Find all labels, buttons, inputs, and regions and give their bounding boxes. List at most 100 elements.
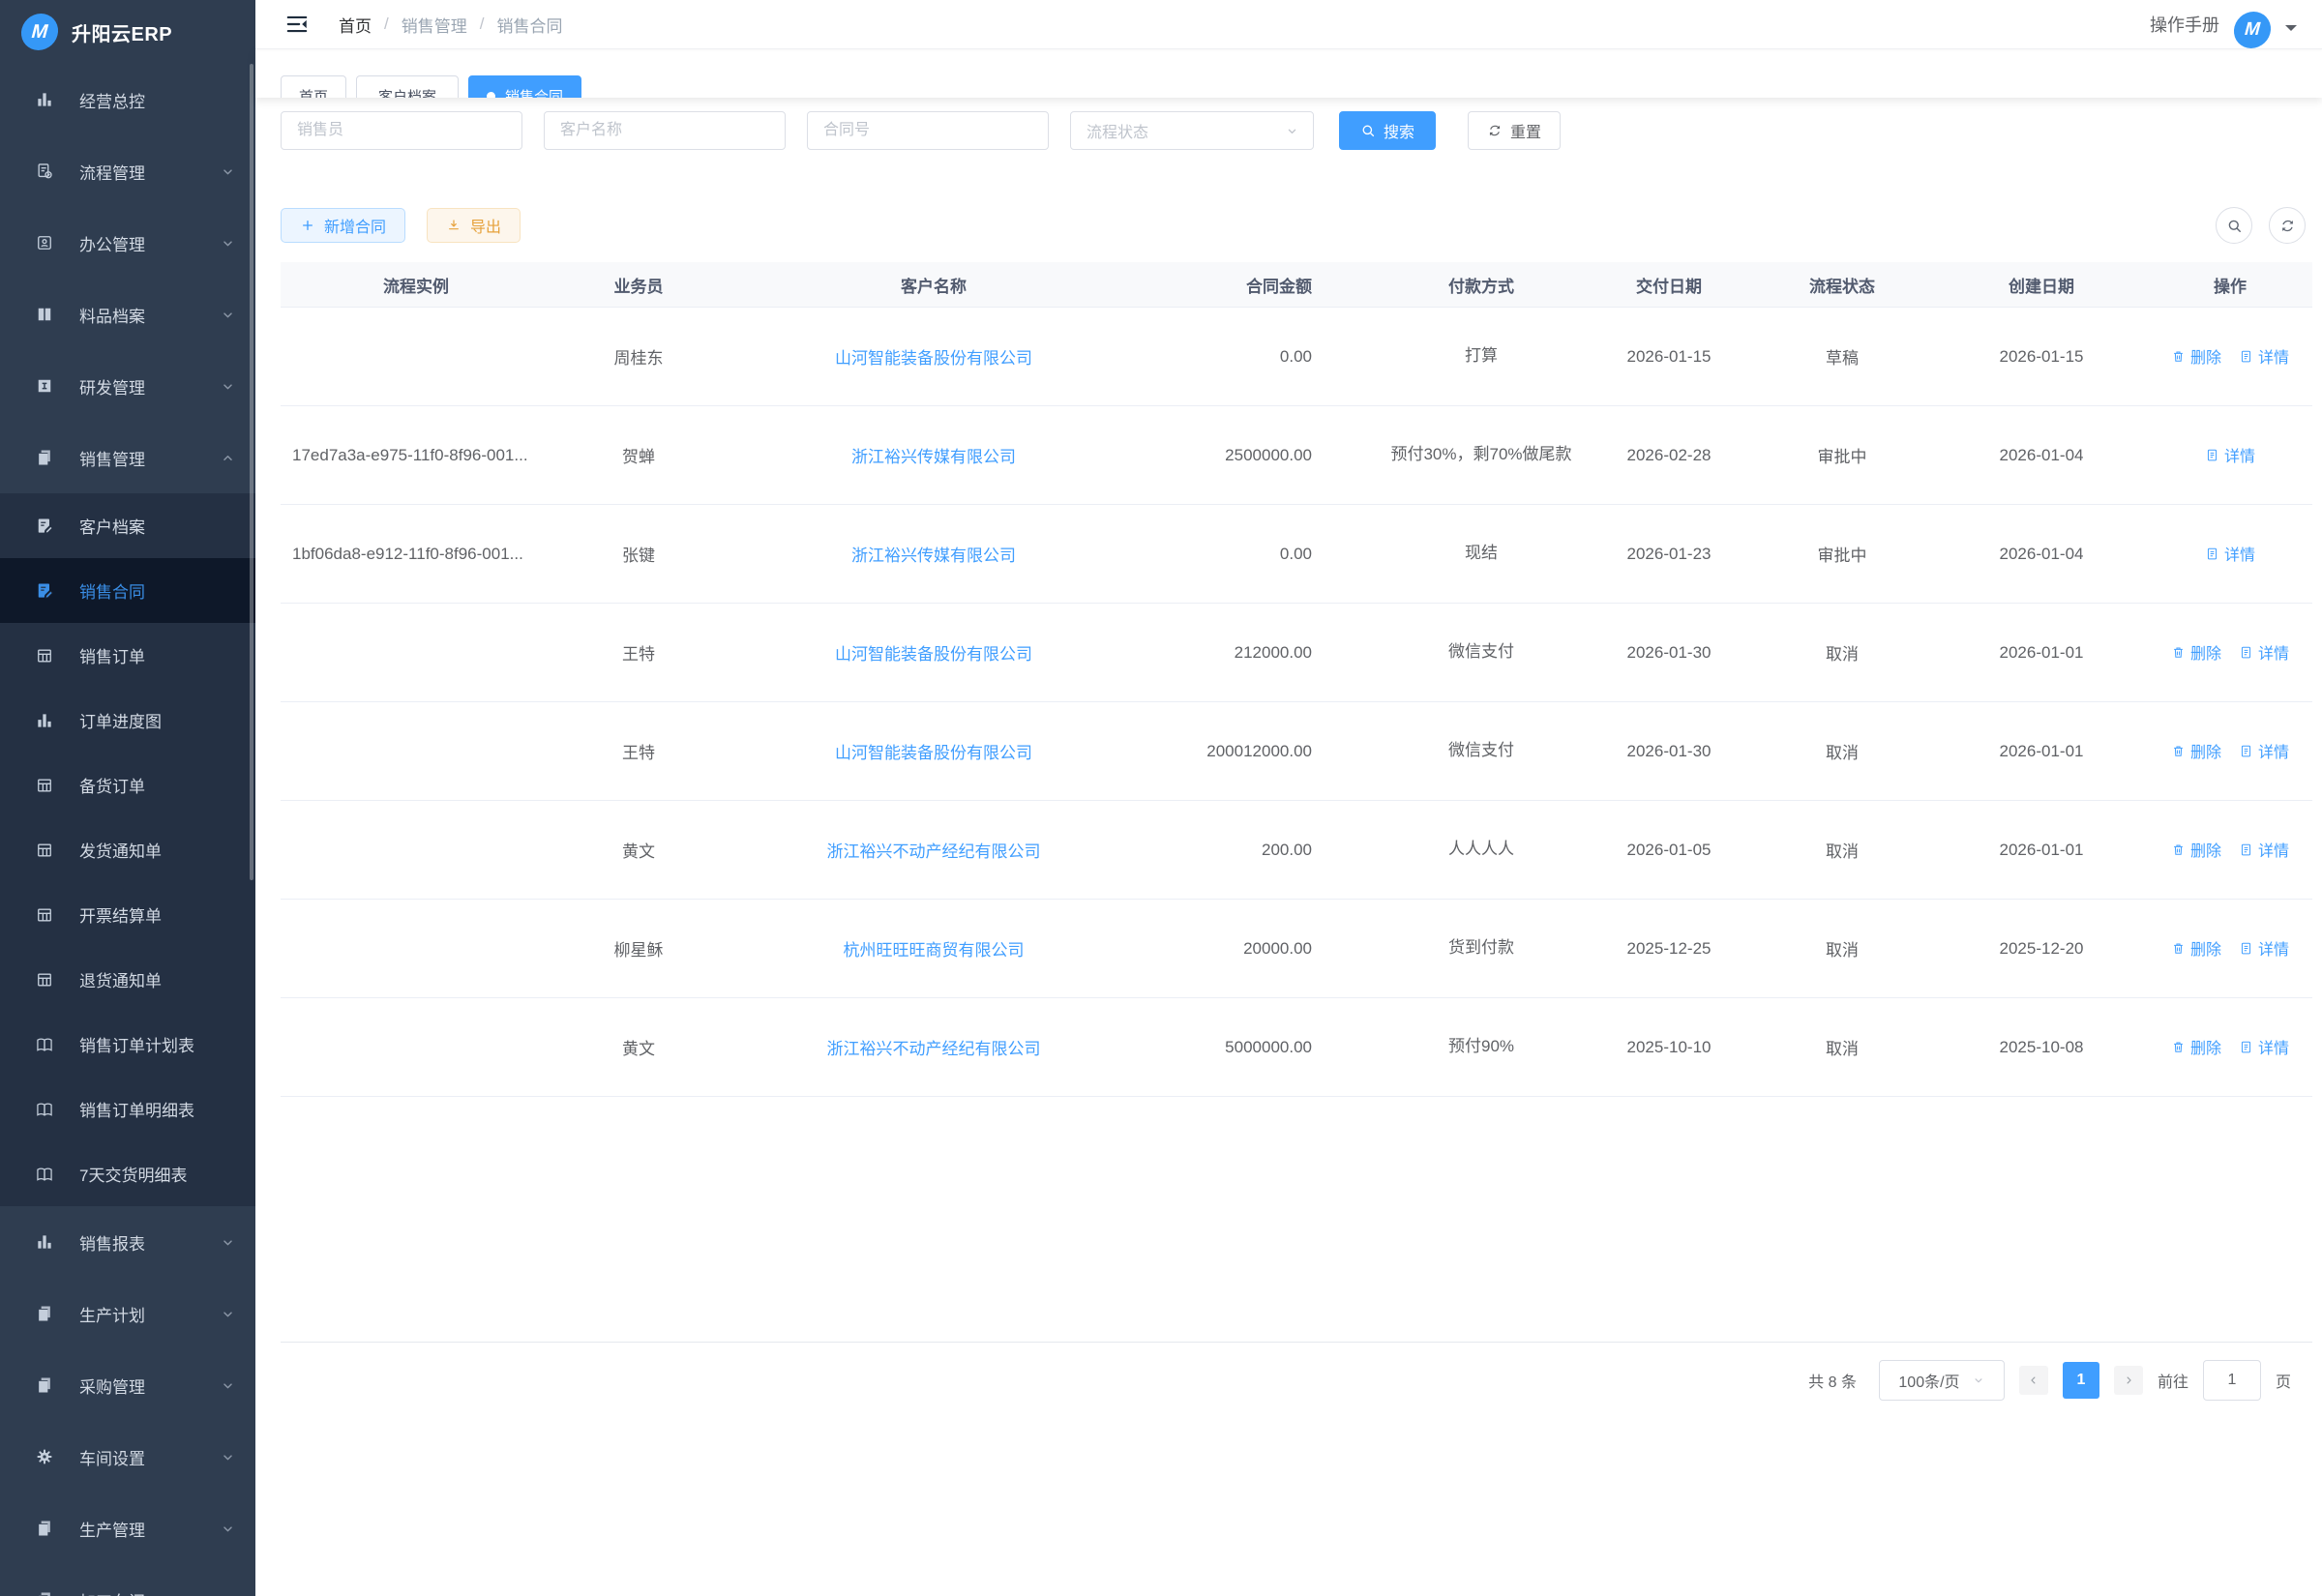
customer-link[interactable]: 山河智能装备股份有限公司 bbox=[835, 645, 1032, 664]
payment-cell: 微信支付 bbox=[1374, 639, 1589, 665]
detail-link[interactable]: 详情 bbox=[2239, 838, 2289, 861]
add-contract-button[interactable]: 新增合同 bbox=[281, 208, 405, 243]
detail-link[interactable]: 详情 bbox=[2239, 936, 2289, 960]
sidebar-item-label: 销售订单明细表 bbox=[79, 1097, 236, 1121]
sidebar-item[interactable]: 研发管理 bbox=[0, 350, 255, 422]
breadcrumb-item[interactable]: 首页 bbox=[339, 13, 372, 37]
ops-cell: 删除 详情 bbox=[2148, 1035, 2312, 1059]
sidebar-item[interactable]: 销售报表 bbox=[0, 1206, 255, 1278]
status-cell: 取消 bbox=[1749, 739, 1935, 763]
app-logo: M 升阳云ERP bbox=[0, 0, 255, 64]
customer-link[interactable]: 杭州旺旺旺商贸有限公司 bbox=[844, 941, 1025, 960]
breadcrumb-item[interactable]: 销售合同 bbox=[496, 13, 562, 37]
chev-down-icon bbox=[220, 1306, 236, 1322]
export-button[interactable]: 导出 bbox=[427, 208, 521, 243]
sidebar-item-label: 研发管理 bbox=[79, 374, 212, 399]
tab-item[interactable]: 首页 bbox=[281, 75, 346, 98]
sidebar-item[interactable]: 销售订单明细表 bbox=[0, 1077, 255, 1141]
process-icon bbox=[35, 162, 54, 181]
delete-link[interactable]: 删除 bbox=[2171, 640, 2221, 664]
prev-page-button[interactable] bbox=[2019, 1366, 2048, 1395]
sidebar-scrollbar[interactable] bbox=[250, 64, 253, 880]
user-menu-caret-icon[interactable] bbox=[2285, 25, 2297, 37]
sidebar-item[interactable]: 办公管理 bbox=[0, 207, 255, 279]
goto-page-input[interactable] bbox=[2203, 1360, 2261, 1401]
sidebar-item-label: 销售合同 bbox=[79, 578, 236, 603]
detail-link[interactable]: 详情 bbox=[2239, 739, 2289, 762]
sidebar: M 升阳云ERP 经营总控 流程管理 办公管理 料品档案 研发管理 销售管理 客… bbox=[0, 0, 255, 1596]
chevron-left-icon bbox=[2027, 1374, 2040, 1387]
sidebar-item[interactable]: 车间设置 bbox=[0, 1421, 255, 1493]
sidebar-item[interactable]: 采购管理 bbox=[0, 1349, 255, 1421]
search-button[interactable]: 搜索 bbox=[1339, 111, 1436, 150]
status-select[interactable]: 流程状态 bbox=[1070, 111, 1314, 150]
sidebar-item[interactable]: 客户档案 bbox=[0, 493, 255, 558]
sidebar-item[interactable]: 备货订单 bbox=[0, 753, 255, 817]
tab-dot-icon bbox=[487, 92, 495, 99]
sidebar-item[interactable]: 料品档案 bbox=[0, 279, 255, 350]
detail-link[interactable]: 详情 bbox=[2205, 542, 2255, 565]
salesperson-cell: 周桂东 bbox=[551, 344, 726, 369]
sidebar-item[interactable]: 7天交货明细表 bbox=[0, 1141, 255, 1206]
sidebar-item[interactable]: 加工车间 bbox=[0, 1564, 255, 1596]
table-icon bbox=[35, 905, 54, 925]
col-header: 流程实例 bbox=[281, 273, 551, 297]
breadcrumb-item[interactable]: 销售管理 bbox=[402, 13, 467, 37]
col-header: 操作 bbox=[2148, 273, 2312, 297]
filter-input[interactable] bbox=[807, 111, 1049, 150]
table-refresh-button[interactable] bbox=[2269, 207, 2306, 244]
current-page[interactable]: 1 bbox=[2063, 1362, 2099, 1399]
sidebar-item[interactable]: 退货通知单 bbox=[0, 947, 255, 1012]
payment-cell: 打算 bbox=[1374, 343, 1589, 369]
sidebar-item[interactable]: 生产计划 bbox=[0, 1278, 255, 1349]
delete-link[interactable]: 删除 bbox=[2171, 344, 2221, 368]
chev-down-icon bbox=[220, 307, 236, 323]
filter-input[interactable] bbox=[281, 111, 522, 150]
deliver-date-cell: 2026-01-30 bbox=[1589, 643, 1749, 663]
collapse-sidebar-icon[interactable] bbox=[284, 12, 310, 37]
sidebar-item[interactable]: 订单进度图 bbox=[0, 688, 255, 753]
customer-link[interactable]: 浙江裕兴传媒有限公司 bbox=[851, 547, 1016, 565]
created-date-cell: 2026-01-04 bbox=[1935, 545, 2148, 564]
ops-cell: 删除 详情 bbox=[2148, 640, 2312, 665]
tags-view-bar: 首页 客户档案 销售合同 bbox=[255, 49, 2322, 98]
delete-link[interactable]: 删除 bbox=[2171, 739, 2221, 762]
tab-item[interactable]: 销售合同 bbox=[468, 75, 581, 98]
sidebar-item[interactable]: 销售合同 bbox=[0, 558, 255, 623]
sidebar-item[interactable]: 销售订单计划表 bbox=[0, 1012, 255, 1077]
customer-link[interactable]: 山河智能装备股份有限公司 bbox=[835, 744, 1032, 762]
tab-item[interactable]: 客户档案 bbox=[356, 75, 459, 98]
detail-link[interactable]: 详情 bbox=[2205, 443, 2255, 466]
sidebar-item[interactable]: 销售管理 bbox=[0, 422, 255, 493]
next-page-button[interactable] bbox=[2114, 1366, 2143, 1395]
reset-button[interactable]: 重置 bbox=[1468, 111, 1561, 150]
avatar[interactable]: M bbox=[2233, 12, 2273, 48]
detail-link[interactable]: 详情 bbox=[2239, 640, 2289, 664]
filter-input[interactable] bbox=[544, 111, 786, 150]
salesperson-cell: 柳星稣 bbox=[551, 936, 726, 961]
detail-link[interactable]: 详情 bbox=[2239, 344, 2289, 368]
detail-link[interactable]: 详情 bbox=[2239, 1035, 2289, 1058]
customer-link[interactable]: 浙江裕兴传媒有限公司 bbox=[851, 448, 1016, 466]
customer-link[interactable]: 浙江裕兴不动产经纪有限公司 bbox=[827, 1040, 1041, 1058]
customer-cell: 浙江裕兴传媒有限公司 bbox=[726, 443, 1142, 467]
search-icon bbox=[2226, 218, 2243, 234]
table-search-button[interactable] bbox=[2216, 207, 2252, 244]
table-row: 黄文浙江裕兴不动产经纪有限公司5000000.00预付90%2025-10-10… bbox=[281, 998, 2312, 1097]
payment-cell: 预付90% bbox=[1374, 1034, 1589, 1059]
sidebar-item[interactable]: 发货通知单 bbox=[0, 817, 255, 882]
delete-link[interactable]: 删除 bbox=[2171, 838, 2221, 861]
sidebar-item[interactable]: 销售订单 bbox=[0, 623, 255, 688]
sidebar-item[interactable]: 流程管理 bbox=[0, 135, 255, 207]
delete-link[interactable]: 删除 bbox=[2171, 1035, 2221, 1058]
book-open-icon bbox=[35, 1035, 54, 1054]
page-size-select[interactable]: 100条/页 bbox=[1879, 1360, 2005, 1401]
sidebar-item[interactable]: 生产管理 bbox=[0, 1493, 255, 1564]
amount-cell: 200012000.00 bbox=[1142, 742, 1374, 761]
delete-link[interactable]: 删除 bbox=[2171, 936, 2221, 960]
customer-link[interactable]: 山河智能装备股份有限公司 bbox=[835, 349, 1032, 368]
sidebar-item[interactable]: 开票结算单 bbox=[0, 882, 255, 947]
manual-link[interactable]: 操作手册 bbox=[2150, 12, 2219, 37]
sidebar-item[interactable]: 经营总控 bbox=[0, 64, 255, 135]
customer-link[interactable]: 浙江裕兴不动产经纪有限公司 bbox=[827, 842, 1041, 861]
